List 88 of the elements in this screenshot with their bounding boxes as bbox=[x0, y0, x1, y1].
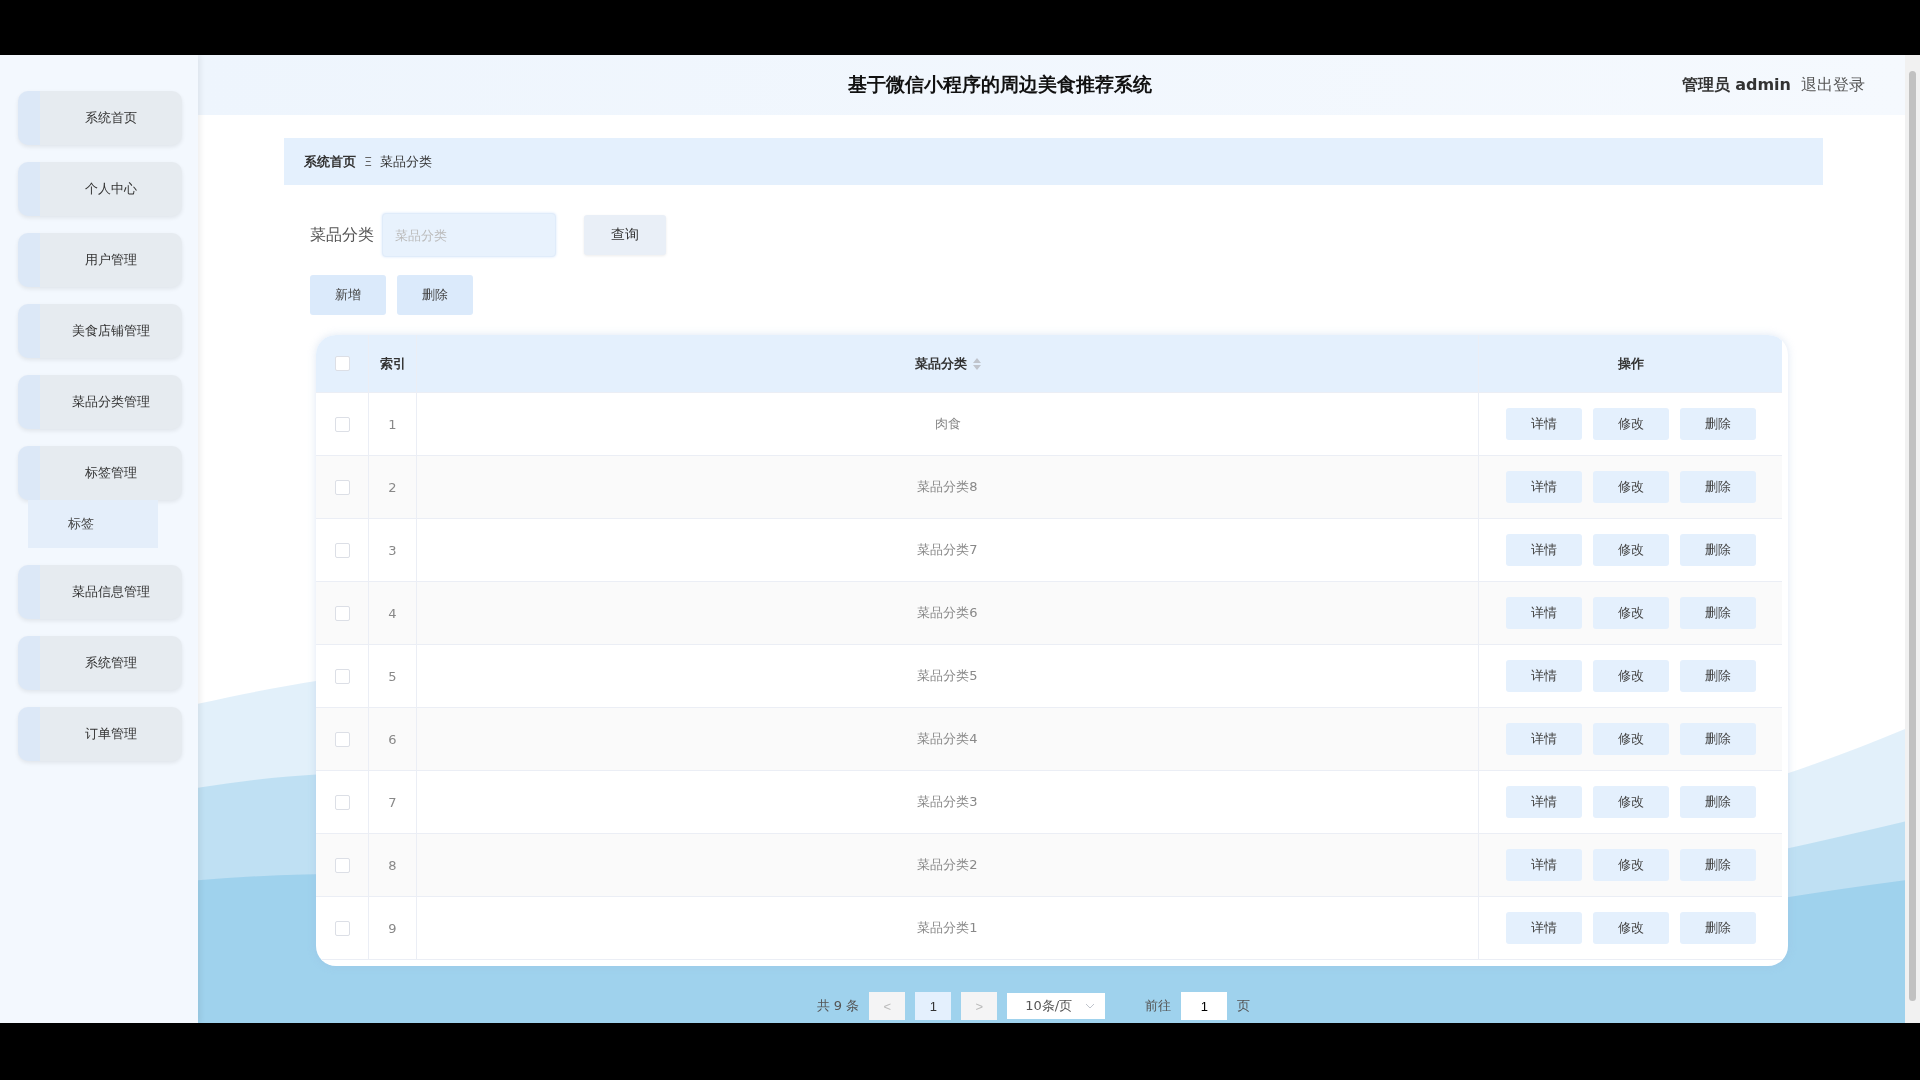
checkbox[interactable] bbox=[334, 542, 350, 558]
sidebar-item[interactable]: 个人中心 bbox=[18, 162, 182, 216]
page-jump-field[interactable]: 1 bbox=[1181, 992, 1228, 1020]
row-action-button[interactable]: 详情 bbox=[1505, 597, 1582, 629]
row-action-button[interactable]: 删除 bbox=[1679, 849, 1756, 881]
row-action-button[interactable]: 修改 bbox=[1592, 534, 1669, 566]
chevron-down-icon bbox=[1085, 1003, 1096, 1009]
table-cell: 8 bbox=[369, 834, 417, 896]
checkbox[interactable] bbox=[334, 920, 350, 936]
sidebar-item[interactable]: 系统首页 bbox=[18, 91, 182, 145]
row-action-button[interactable]: 删除 bbox=[1679, 723, 1756, 755]
row-action-button[interactable]: 修改 bbox=[1592, 723, 1669, 755]
table-cell: 3 bbox=[369, 519, 417, 581]
row-action-button[interactable]: 删除 bbox=[1679, 912, 1756, 944]
row-action-button[interactable]: 修改 bbox=[1592, 408, 1669, 440]
checkbox[interactable] bbox=[334, 668, 350, 684]
goto-label: 前往 bbox=[1145, 997, 1172, 1015]
sidebar-item[interactable]: 美食店铺管理 bbox=[18, 304, 182, 358]
row-action-button[interactable]: 详情 bbox=[1505, 723, 1582, 755]
checkbox[interactable] bbox=[334, 794, 350, 810]
search-label: 菜品分类 bbox=[310, 224, 374, 246]
table-cell: 9 bbox=[369, 897, 417, 959]
breadcrumb-link[interactable]: 系统首页 bbox=[304, 152, 356, 171]
sidebar-item[interactable]: 系统管理 bbox=[18, 636, 182, 690]
table-cell: 菜品分类5 bbox=[417, 645, 1479, 707]
row-action-button[interactable]: 修改 bbox=[1592, 660, 1669, 692]
column-header: 操作 bbox=[1616, 354, 1645, 373]
column-header[interactable]: 菜品分类 bbox=[914, 354, 967, 373]
sidebar-item[interactable]: 菜品信息管理 bbox=[18, 565, 182, 619]
row-action-button[interactable]: 修改 bbox=[1592, 849, 1669, 881]
checkbox[interactable] bbox=[334, 356, 350, 371]
checkbox[interactable] bbox=[334, 479, 350, 495]
table-cell: 菜品分类3 bbox=[417, 771, 1479, 833]
table-cell: 2 bbox=[369, 456, 417, 518]
action-button[interactable]: 删除 bbox=[397, 275, 473, 315]
table-cell: 菜品分类7 bbox=[417, 519, 1479, 581]
row-action-button[interactable]: 详情 bbox=[1505, 534, 1582, 566]
breadcrumb-separator: Ξ bbox=[364, 154, 373, 169]
checkbox[interactable] bbox=[334, 605, 350, 621]
sort-icon[interactable] bbox=[972, 357, 981, 370]
table-cell: 菜品分类8 bbox=[417, 456, 1479, 518]
breadcrumb-link[interactable]: 菜品分类 bbox=[380, 152, 433, 171]
search-field[interactable]: 菜品分类 bbox=[382, 213, 556, 257]
row-action-button[interactable]: 删除 bbox=[1679, 408, 1756, 440]
table-cell: 5 bbox=[369, 645, 417, 707]
row-action-button[interactable]: 删除 bbox=[1679, 471, 1756, 503]
row-action-button[interactable]: 删除 bbox=[1679, 786, 1756, 818]
sidebar-item[interactable]: 菜品分类管理 bbox=[18, 375, 182, 429]
row-action-button[interactable]: 详情 bbox=[1505, 471, 1582, 503]
total-count: 共 9 条 bbox=[816, 997, 860, 1015]
row-action-button[interactable]: 修改 bbox=[1592, 597, 1669, 629]
checkbox[interactable] bbox=[334, 731, 350, 747]
row-action-button[interactable]: 修改 bbox=[1592, 912, 1669, 944]
row-action-button[interactable]: 详情 bbox=[1505, 912, 1582, 944]
row-action-button[interactable]: 详情 bbox=[1505, 660, 1582, 692]
table-cell: 菜品分类2 bbox=[417, 834, 1479, 896]
table-cell: 1 bbox=[369, 393, 417, 455]
table-cell: 7 bbox=[369, 771, 417, 833]
column-header: 索引 bbox=[369, 335, 417, 392]
row-action-button[interactable]: 详情 bbox=[1505, 786, 1582, 818]
app-title: 基于微信小程序的周边美食推荐系统 bbox=[846, 72, 1153, 97]
action-button[interactable]: 新增 bbox=[310, 275, 386, 315]
table-cell: 4 bbox=[369, 582, 417, 644]
row-action-button[interactable]: 删除 bbox=[1679, 534, 1756, 566]
scrollbar[interactable] bbox=[1905, 55, 1920, 1023]
user-label: 管理员 admin bbox=[1681, 74, 1791, 96]
row-action-button[interactable]: 删除 bbox=[1679, 597, 1756, 629]
page-number[interactable]: 1 bbox=[915, 992, 952, 1020]
page-size-select[interactable]: 10条/页 bbox=[1007, 993, 1106, 1019]
row-action-button[interactable]: 详情 bbox=[1505, 408, 1582, 440]
table-cell: 菜品分类1 bbox=[417, 897, 1479, 959]
sidebar-item[interactable]: 用户管理 bbox=[18, 233, 182, 287]
page-suffix: 页 bbox=[1237, 997, 1251, 1015]
table-cell: 肉食 bbox=[417, 393, 1479, 455]
sidebar-subitem[interactable]: 标签 bbox=[28, 500, 158, 548]
sidebar-item[interactable]: 订单管理 bbox=[18, 707, 182, 761]
checkbox[interactable] bbox=[334, 857, 350, 873]
table-cell: 6 bbox=[369, 708, 417, 770]
row-action-button[interactable]: 详情 bbox=[1505, 849, 1582, 881]
logout-link[interactable]: 退出登录 bbox=[1801, 74, 1865, 96]
row-action-button[interactable]: 删除 bbox=[1679, 660, 1756, 692]
sidebar-item[interactable]: 标签管理 bbox=[18, 446, 182, 500]
row-action-button[interactable]: 修改 bbox=[1592, 786, 1669, 818]
checkbox[interactable] bbox=[334, 416, 350, 432]
row-action-button[interactable]: 修改 bbox=[1592, 471, 1669, 503]
table-cell: 菜品分类4 bbox=[417, 708, 1479, 770]
table-cell: 菜品分类6 bbox=[417, 582, 1479, 644]
query-button[interactable]: 查询 bbox=[584, 215, 666, 255]
